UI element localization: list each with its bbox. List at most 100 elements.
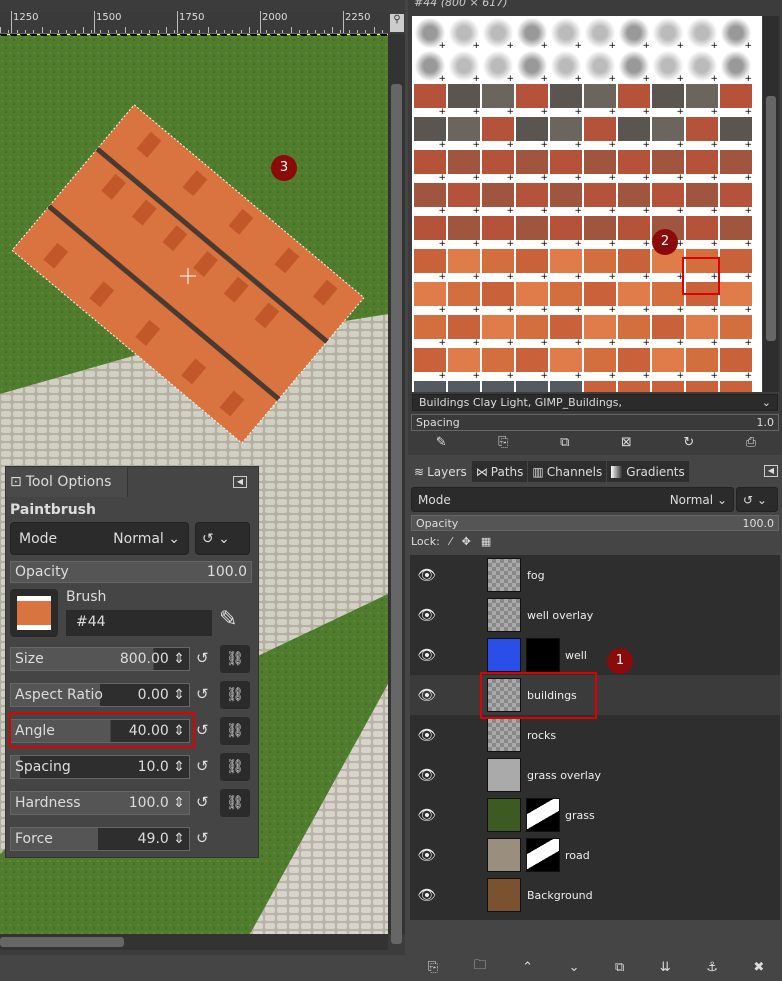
brush-thumbnail[interactable]: + — [720, 315, 752, 348]
new-layer-group-icon[interactable]: 🗀 — [474, 956, 487, 978]
brush-thumbnail[interactable]: + — [652, 84, 684, 117]
brush-thumbnail[interactable]: + — [550, 84, 582, 117]
link-to-dynamics-icon[interactable]: ⛓ — [220, 717, 250, 745]
layer-name[interactable]: rocks — [527, 729, 556, 742]
layer-row[interactable]: 👁 well overlay — [410, 595, 780, 635]
brush-thumbnail[interactable]: + — [686, 216, 718, 249]
brush-thumbnail[interactable]: + — [720, 18, 752, 51]
layer-name[interactable]: road — [565, 849, 590, 862]
brush-thumbnail[interactable]: + — [618, 282, 650, 315]
brush-thumbnail[interactable]: + — [482, 249, 514, 282]
layer-name[interactable]: grass — [565, 809, 595, 822]
brush-thumbnail[interactable]: + — [414, 150, 446, 183]
layer-row[interactable]: 👁 grass overlay — [410, 755, 780, 795]
brush-spacing-field[interactable]: Spacing 1.0 — [411, 414, 779, 431]
brush-thumbnail[interactable]: + — [584, 183, 616, 216]
eye-icon[interactable]: 👁 — [416, 566, 438, 584]
brush-thumbnail[interactable]: + — [584, 18, 616, 51]
eye-icon[interactable]: 👁 — [416, 806, 438, 824]
brush-thumbnail[interactable]: + — [720, 183, 752, 216]
link-to-dynamics-icon[interactable]: ⛓ — [220, 753, 250, 781]
brush-thumbnail[interactable]: + — [414, 51, 446, 84]
brush-thumbnail[interactable]: + — [482, 282, 514, 315]
brush-thumbnail[interactable]: + — [550, 183, 582, 216]
brush-thumbnail[interactable]: + — [618, 117, 650, 150]
link-to-dynamics-icon[interactable]: ⛓ — [220, 681, 250, 709]
eye-icon[interactable]: 👁 — [416, 886, 438, 904]
eye-icon[interactable]: 👁 — [416, 766, 438, 784]
brush-thumbnail[interactable]: + — [686, 51, 718, 84]
brush-thumbnail[interactable]: + — [482, 150, 514, 183]
brush-thumbnail[interactable]: + — [550, 51, 582, 84]
brush-thumbnail[interactable]: + — [482, 381, 514, 392]
raise-layer-icon[interactable]: ⌃ — [522, 960, 533, 975]
brush-thumbnail[interactable]: + — [414, 18, 446, 51]
brush-thumbnail[interactable]: + — [550, 348, 582, 381]
brush-thumbnail[interactable]: + — [618, 348, 650, 381]
brush-thumbnail[interactable]: + — [550, 315, 582, 348]
lock-pixels-icon[interactable]: ⁄ — [450, 535, 452, 548]
brush-thumbnail[interactable]: + — [414, 216, 446, 249]
tab-gradients[interactable]: Gradients — [607, 461, 690, 482]
brush-thumbnail[interactable]: + — [516, 117, 548, 150]
delete-layer-icon[interactable]: ✖ — [753, 960, 764, 975]
brush-thumbnail[interactable]: + — [482, 348, 514, 381]
brush-thumbnail[interactable]: + — [516, 84, 548, 117]
reset-icon[interactable]: ↺ — [196, 685, 209, 703]
brush-thumbnail[interactable]: + — [414, 117, 446, 150]
brush-grid-scrollbar[interactable] — [763, 16, 779, 392]
brush-thumbnail[interactable]: + — [652, 18, 684, 51]
brush-preview-button[interactable] — [10, 589, 58, 637]
eye-icon[interactable]: 👁 — [416, 846, 438, 864]
brush-thumbnail[interactable]: + — [584, 84, 616, 117]
brush-name-field[interactable]: #44 — [66, 610, 212, 636]
open-as-image-icon[interactable]: ⎙ — [746, 435, 756, 450]
layer-row[interactable]: 👁 Background — [410, 875, 780, 915]
brush-thumbnail[interactable]: + — [516, 183, 548, 216]
brush-thumbnail[interactable]: + — [618, 249, 650, 282]
slider-hardness[interactable]: Hardness 100.0 ⇕ — [10, 791, 190, 815]
layer-name[interactable]: grass overlay — [527, 769, 601, 782]
brush-thumbnail[interactable]: + — [584, 51, 616, 84]
layer-name[interactable]: well — [565, 649, 587, 662]
brush-thumbnail[interactable]: + — [516, 348, 548, 381]
brush-thumbnail[interactable]: + — [516, 282, 548, 315]
reset-icon[interactable]: ↺ — [196, 793, 209, 811]
horizontal-ruler[interactable]: 1250 1500 1750 2000 2250 — [0, 11, 388, 34]
brush-thumbnail[interactable]: + — [414, 282, 446, 315]
layer-row[interactable]: 👁 fog — [410, 555, 780, 595]
horizontal-scrollbar[interactable] — [0, 934, 388, 950]
brush-thumbnail[interactable]: + — [686, 150, 718, 183]
brush-thumbnail[interactable]: + — [584, 117, 616, 150]
edit-brush-icon[interactable]: ✎ — [219, 607, 237, 632]
slider-aspect-ratio[interactable]: Aspect Ratio 0.00 ⇕ — [10, 683, 190, 707]
vertical-scrollbar[interactable] — [388, 34, 405, 944]
paint-mode-select[interactable]: Mode Normal ⌄ — [10, 522, 189, 555]
brush-thumbnail[interactable]: + — [720, 282, 752, 315]
brush-thumbnail[interactable]: + — [618, 381, 650, 392]
lower-layer-icon[interactable]: ⌄ — [569, 960, 580, 975]
brush-thumbnail[interactable]: + — [482, 51, 514, 84]
link-to-dynamics-icon[interactable]: ⛓ — [220, 789, 250, 817]
brush-thumbnail[interactable]: + — [482, 117, 514, 150]
brush-thumbnail[interactable]: + — [652, 183, 684, 216]
brush-thumbnail[interactable]: + — [584, 249, 616, 282]
brush-thumbnail[interactable]: + — [618, 216, 650, 249]
brush-thumbnail[interactable]: + — [720, 117, 752, 150]
delete-brush-icon[interactable]: ⊠ — [621, 435, 632, 450]
lock-position-icon[interactable]: ✥ — [462, 535, 471, 548]
brush-thumbnail[interactable]: + — [448, 381, 480, 392]
brush-thumbnail[interactable]: + — [448, 216, 480, 249]
brush-thumbnail[interactable]: + — [652, 282, 684, 315]
brush-thumbnail[interactable]: + — [550, 381, 582, 392]
new-layer-icon[interactable]: ⎘ — [428, 960, 438, 975]
brush-thumbnail[interactable]: + — [720, 150, 752, 183]
refresh-icon[interactable]: ↻ — [683, 435, 694, 450]
brush-thumbnail[interactable]: + — [448, 183, 480, 216]
brush-thumbnail[interactable]: + — [686, 348, 718, 381]
layer-mask-thumbnail[interactable] — [526, 638, 560, 672]
eye-icon[interactable]: 👁 — [416, 726, 438, 744]
brush-thumbnail[interactable]: + — [584, 150, 616, 183]
brush-thumbnail[interactable]: + — [618, 18, 650, 51]
brush-thumbnail[interactable]: + — [448, 117, 480, 150]
